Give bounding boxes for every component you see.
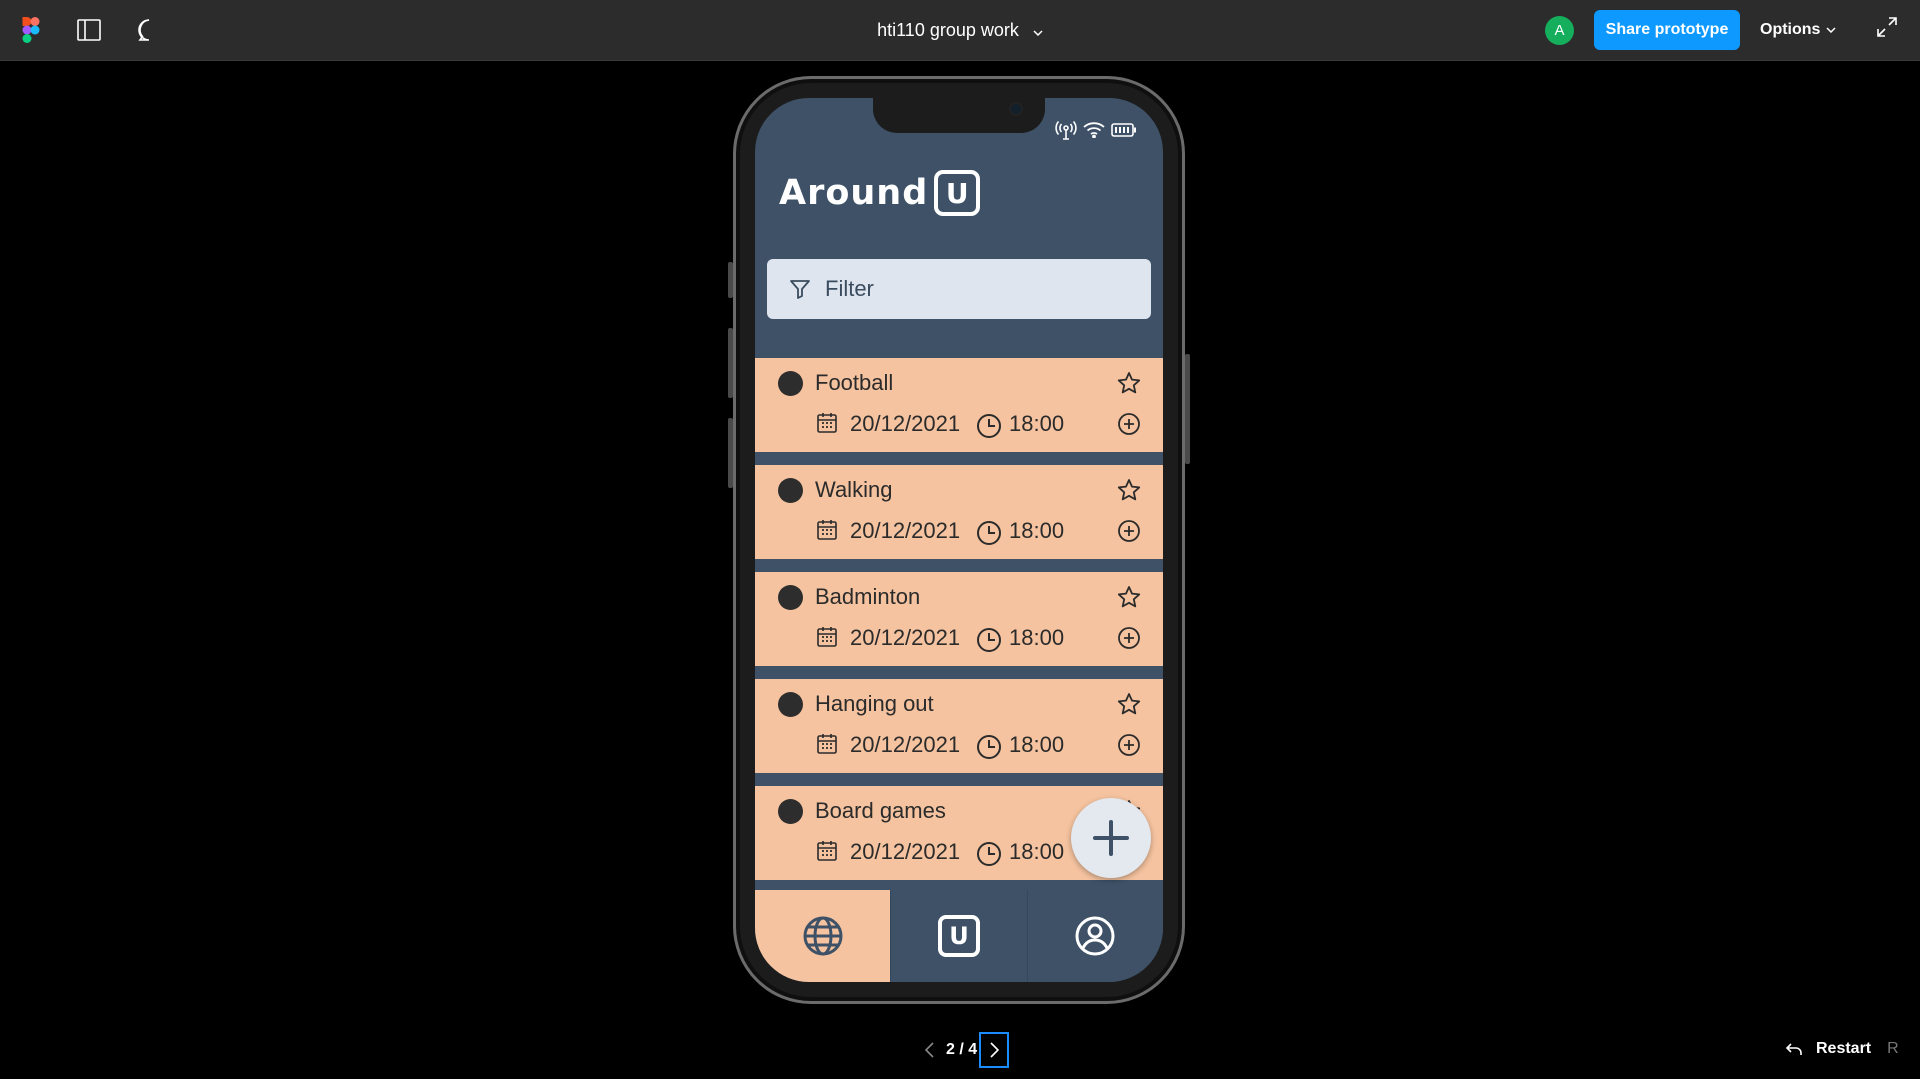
star-icon[interactable] xyxy=(1117,585,1141,614)
phone-notch xyxy=(873,98,1045,133)
plus-icon xyxy=(1093,820,1129,856)
join-event-icon[interactable] xyxy=(1117,733,1141,762)
nav-item-explore[interactable] xyxy=(755,890,892,982)
event-name: Badminton xyxy=(815,584,921,609)
camera-icon xyxy=(1009,102,1023,116)
avatar[interactable]: A xyxy=(1545,16,1574,45)
logo-u-icon: U xyxy=(934,170,981,216)
restart-button[interactable]: Restart R xyxy=(1786,1040,1899,1058)
event-category-dot xyxy=(778,371,803,396)
frame-pager: 2 / 4 xyxy=(918,1032,1010,1068)
chevron-down-icon xyxy=(1033,20,1043,41)
calendar-icon xyxy=(816,733,838,760)
next-frame-button[interactable] xyxy=(979,1032,1010,1068)
app-logo: Around U xyxy=(779,170,981,216)
chevron-left-icon xyxy=(924,1042,934,1058)
profile-icon xyxy=(1075,916,1115,956)
event-date: 20/12/2021 xyxy=(850,518,961,543)
share-prototype-button[interactable]: Share prototype xyxy=(1594,10,1740,50)
event-time: 18:00 xyxy=(1009,625,1065,650)
event-date: 20/12/2021 xyxy=(850,411,961,436)
phone-power-button xyxy=(1185,354,1190,464)
previous-frame-button[interactable] xyxy=(918,1042,940,1058)
globe-icon xyxy=(803,916,843,956)
event-time: 18:00 xyxy=(1009,839,1065,864)
join-event-icon[interactable] xyxy=(1117,412,1141,441)
chevron-right-icon xyxy=(990,1042,999,1058)
calendar-icon xyxy=(816,519,838,546)
filter-placeholder: Filter xyxy=(825,276,874,301)
add-event-button[interactable] xyxy=(1071,798,1151,878)
filter-input[interactable]: Filter xyxy=(767,259,1151,319)
current-frame: 2 xyxy=(946,1041,955,1058)
logo-text: Around xyxy=(779,173,929,213)
bottom-navigation: U xyxy=(755,890,1163,982)
event-card[interactable]: Badminton 20/12/2021 18:00 xyxy=(755,572,1163,666)
clock-icon xyxy=(976,841,1002,872)
clock-icon xyxy=(976,627,1002,658)
file-title-text: hti110 group work xyxy=(877,20,1019,40)
event-card[interactable]: Football 20/12/2021 18:00 xyxy=(755,358,1163,452)
calendar-icon xyxy=(816,840,838,867)
event-date: 20/12/2021 xyxy=(850,732,961,757)
filter-icon xyxy=(790,280,810,299)
options-label: Options xyxy=(1760,21,1821,38)
event-name: Football xyxy=(815,370,894,395)
event-category-dot xyxy=(778,692,803,717)
total-frames: 4 xyxy=(968,1041,978,1058)
event-name: Board games xyxy=(815,798,946,823)
star-icon[interactable] xyxy=(1117,371,1141,400)
fullscreen-icon[interactable] xyxy=(1876,16,1904,44)
event-card[interactable]: Walking 20/12/2021 18:00 xyxy=(755,465,1163,559)
join-event-icon[interactable] xyxy=(1117,519,1141,548)
battery-icon xyxy=(1111,123,1136,137)
chevron-down-icon xyxy=(1826,27,1836,33)
pager-separator: / xyxy=(954,1041,969,1058)
event-name: Walking xyxy=(815,477,893,502)
event-category-dot xyxy=(778,585,803,610)
clock-icon xyxy=(976,413,1002,444)
calendar-icon xyxy=(816,626,838,653)
event-date: 20/12/2021 xyxy=(850,839,961,864)
restart-shortcut: R xyxy=(1887,1040,1899,1057)
event-card[interactable]: Hanging out 20/12/2021 18:00 xyxy=(755,679,1163,773)
signal-icon xyxy=(1055,120,1077,140)
event-date: 20/12/2021 xyxy=(850,625,961,650)
wifi-icon xyxy=(1083,122,1105,138)
clock-icon xyxy=(976,734,1002,765)
app-screen: Around U Filter Football 20/12/2021 18:00 W… xyxy=(755,98,1163,982)
star-icon[interactable] xyxy=(1117,478,1141,507)
status-bar xyxy=(1055,120,1137,140)
around-u-icon: U xyxy=(937,915,980,957)
nav-item-profile[interactable] xyxy=(1028,890,1163,982)
options-button[interactable]: Options xyxy=(1760,10,1836,50)
restart-arrow-icon xyxy=(1786,1043,1802,1055)
event-name: Hanging out xyxy=(815,691,934,716)
event-time: 18:00 xyxy=(1009,411,1065,436)
star-icon[interactable] xyxy=(1117,692,1141,721)
clock-icon xyxy=(976,520,1002,551)
event-category-dot xyxy=(778,478,803,503)
calendar-icon xyxy=(816,412,838,439)
nav-item-around-u[interactable]: U xyxy=(891,890,1028,982)
event-category-dot xyxy=(778,799,803,824)
restart-label: Restart xyxy=(1816,1040,1872,1057)
prototype-toolbar: hti110 group work A Share prototype Opti… xyxy=(0,0,1920,61)
event-time: 18:00 xyxy=(1009,732,1065,757)
event-time: 18:00 xyxy=(1009,518,1065,543)
join-event-icon[interactable] xyxy=(1117,626,1141,655)
